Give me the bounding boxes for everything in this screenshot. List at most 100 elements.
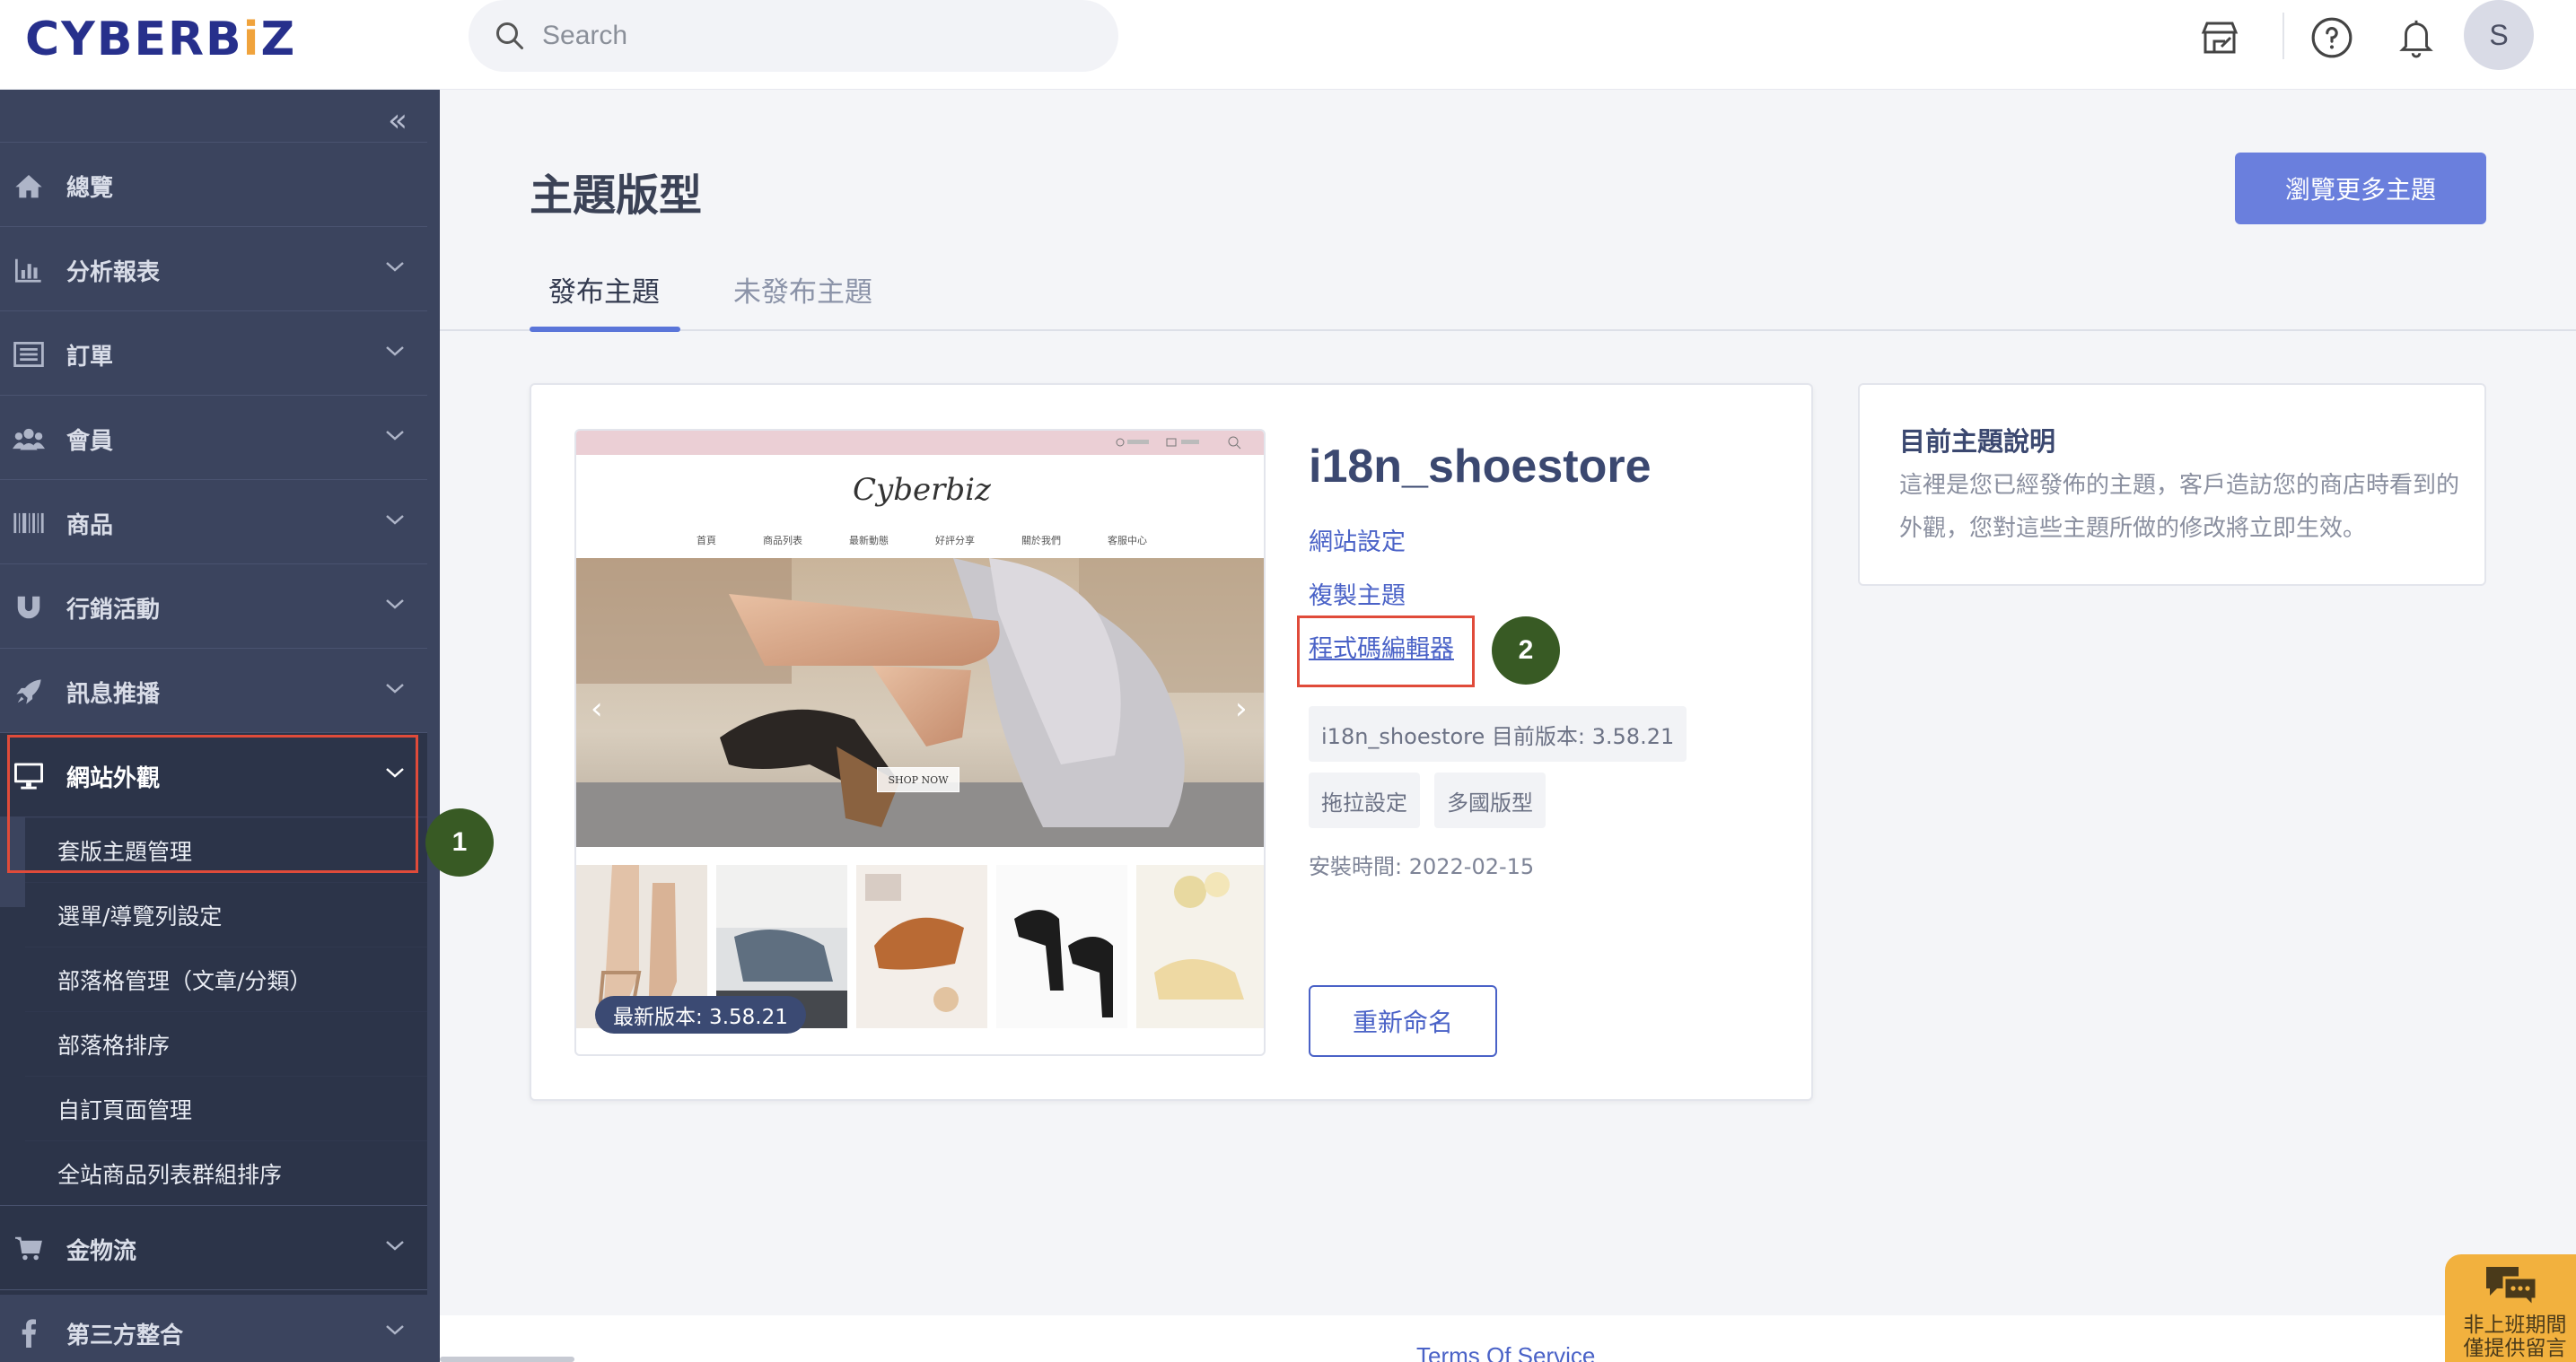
home-icon xyxy=(13,170,45,202)
chevron-down-icon xyxy=(386,346,404,356)
duplicate-theme-link[interactable]: 複製主題 xyxy=(1309,576,1406,611)
bell-icon[interactable] xyxy=(2389,11,2443,65)
tab-published-themes[interactable]: 發布主題 xyxy=(548,269,660,310)
theme-name: i18n_shoestore xyxy=(1309,441,1652,493)
chat-widget[interactable]: 非上班期間 僅提供留言 xyxy=(2445,1254,2576,1362)
chevron-down-icon xyxy=(386,262,404,272)
page-title: 主題版型 xyxy=(530,170,703,221)
sidebar-item-marketing[interactable]: 行銷活動 xyxy=(0,563,427,648)
highlight-box-step1 xyxy=(7,735,418,873)
preview-menu-item: 首頁 xyxy=(697,535,716,546)
top-divider xyxy=(2282,13,2284,59)
sidebar-item-label: 商品 xyxy=(66,512,114,539)
search-input[interactable] xyxy=(542,21,1081,51)
chevron-down-icon xyxy=(386,684,404,694)
install-time: 安裝時間: 2022-02-15 xyxy=(1309,854,1535,879)
preview-hero-image xyxy=(576,558,1264,847)
chevron-down-icon xyxy=(386,599,404,609)
help-icon[interactable] xyxy=(2305,11,2359,65)
rocket-icon xyxy=(13,676,45,708)
horizontal-scrollbar[interactable] xyxy=(440,1357,574,1362)
sidebar-subitem-menu-settings[interactable]: 選單/導覽列設定 xyxy=(25,882,427,947)
logo-end: Z xyxy=(260,13,297,66)
sidebar-subitem-blog-sorting[interactable]: 部落格排序 xyxy=(25,1011,427,1076)
sidebar-subitem-product-group-sorting[interactable]: 全站商品列表群組排序 xyxy=(25,1140,427,1205)
preview-menu-item: 關於我們 xyxy=(1021,535,1061,546)
preview-top-strip xyxy=(576,431,1264,455)
step-badge-1: 1 xyxy=(425,808,494,877)
chevron-down-icon xyxy=(386,515,404,525)
preview-next-arrow-icon: › xyxy=(1235,691,1248,727)
search-bar[interactable] xyxy=(469,0,1118,72)
sidebar-item-label: 第三方整合 xyxy=(66,1323,184,1349)
current-version-tag: i18n_shoestore 目前版本: 3.58.21 xyxy=(1309,706,1687,762)
logo-text: CYBERB xyxy=(25,13,243,66)
sidebar-item-label: 分析報表 xyxy=(66,259,161,286)
sidebar-item-overview[interactable]: 總覽 xyxy=(0,142,427,226)
chat-bubbles-icon xyxy=(2486,1267,2538,1310)
preview-logo: Cyberbiz xyxy=(853,472,991,508)
preview-menu: 首頁 商品列表 最新動態 好評分享 關於我們 客服中心 xyxy=(576,533,1264,547)
sidebar-item-third-party[interactable]: 第三方整合 xyxy=(0,1289,427,1362)
top-bar: CYBERB i Z S xyxy=(0,0,2576,90)
latest-version-badge: 最新版本: 3.58.21 xyxy=(595,996,806,1034)
facebook-icon xyxy=(13,1317,45,1349)
user-avatar[interactable]: S xyxy=(2464,0,2534,70)
sidebar-item-label: 金物流 xyxy=(66,1238,137,1265)
theme-preview[interactable]: Cyberbiz 首頁 商品列表 最新動態 好評分享 關於我們 客服中心 SHO… xyxy=(574,429,1266,1056)
sidebar-item-products[interactable]: 商品 xyxy=(0,479,427,563)
sidebar-item-members[interactable]: 會員 xyxy=(0,395,427,479)
preview-thumbnail xyxy=(1136,865,1264,1028)
search-icon xyxy=(496,22,523,49)
sidebar-item-orders[interactable]: 訂單 xyxy=(0,310,427,395)
info-title: 目前主題說明 xyxy=(1899,426,2056,457)
logo-dot: i xyxy=(242,13,261,66)
info-description: 這裡是您已經發佈的主題，客戶造訪您的商店時看到的外觀，您對這些主題所做的修改將立… xyxy=(1899,472,2460,542)
chat-widget-text: 非上班期間 僅提供留言 xyxy=(2454,1314,2576,1360)
bar-chart-icon xyxy=(13,254,45,286)
chat-line-2: 僅提供留言 xyxy=(2463,1337,2567,1360)
sidebar-item-analytics[interactable]: 分析報表 xyxy=(0,226,427,310)
preview-menu-item: 商品列表 xyxy=(763,535,802,546)
chevron-down-icon xyxy=(386,431,404,441)
active-tab-indicator xyxy=(530,327,680,332)
preview-thumbnail xyxy=(856,865,987,1028)
rename-button[interactable]: 重新命名 xyxy=(1309,985,1497,1057)
chat-line-1: 非上班期間 xyxy=(2463,1314,2567,1337)
list-icon xyxy=(13,338,45,371)
cart-icon xyxy=(13,1233,45,1265)
barcode-icon xyxy=(13,507,45,539)
sidebar-item-label: 訊息推播 xyxy=(66,681,161,708)
preview-account-icons xyxy=(1116,436,1241,450)
magnet-icon xyxy=(13,591,45,624)
sidebar-item-payment-logistics[interactable]: 金物流 xyxy=(0,1205,427,1289)
sidebar-item-label: 總覽 xyxy=(66,175,114,202)
sidebar-subitem-custom-pages[interactable]: 自訂頁面管理 xyxy=(25,1076,427,1140)
sidebar: « 總覽 分析報表 訂單 會員 商品 行銷活動 訊息推播 網站外觀 套版主題管理… xyxy=(0,90,440,1362)
chevron-down-icon xyxy=(386,1241,404,1251)
theme-info-card: 目前主題說明 這裡是您已經發佈的主題，客戶造訪您的商店時看到的外觀，您對這些主題… xyxy=(1858,383,2486,586)
preview-menu-item: 好評分享 xyxy=(935,535,975,546)
preview-thumbnail xyxy=(996,865,1127,1028)
storefront-icon[interactable] xyxy=(2193,11,2247,65)
sidebar-item-push[interactable]: 訊息推播 xyxy=(0,648,427,732)
preview-menu-item: 最新動態 xyxy=(849,535,889,546)
chevron-down-icon xyxy=(386,1325,404,1335)
tab-unpublished-themes[interactable]: 未發布主題 xyxy=(733,269,872,310)
sidebar-item-label: 會員 xyxy=(66,428,114,455)
browse-more-themes-button[interactable]: 瀏覽更多主題 xyxy=(2235,153,2486,224)
site-settings-link[interactable]: 網站設定 xyxy=(1309,522,1406,557)
drag-settings-tag: 拖拉設定 xyxy=(1309,773,1420,828)
sidebar-item-label: 行銷活動 xyxy=(66,597,161,624)
tabs-divider xyxy=(440,329,2576,331)
users-icon xyxy=(13,423,45,455)
collapse-sidebar-icon[interactable]: « xyxy=(388,102,407,139)
multilingual-tag: 多國版型 xyxy=(1434,773,1546,828)
preview-shop-now-button: SHOP NOW xyxy=(877,767,959,792)
preview-menu-item: 客服中心 xyxy=(1108,535,1147,546)
highlight-box-step2 xyxy=(1297,616,1475,687)
sidebar-subitem-blog-management[interactable]: 部落格管理（文章/分類） xyxy=(25,947,427,1011)
terms-of-service-link[interactable]: Terms Of Service xyxy=(1416,1342,1595,1362)
preview-prev-arrow-icon: ‹ xyxy=(591,691,603,727)
cyberbiz-logo[interactable]: CYBERB i Z xyxy=(25,13,296,66)
